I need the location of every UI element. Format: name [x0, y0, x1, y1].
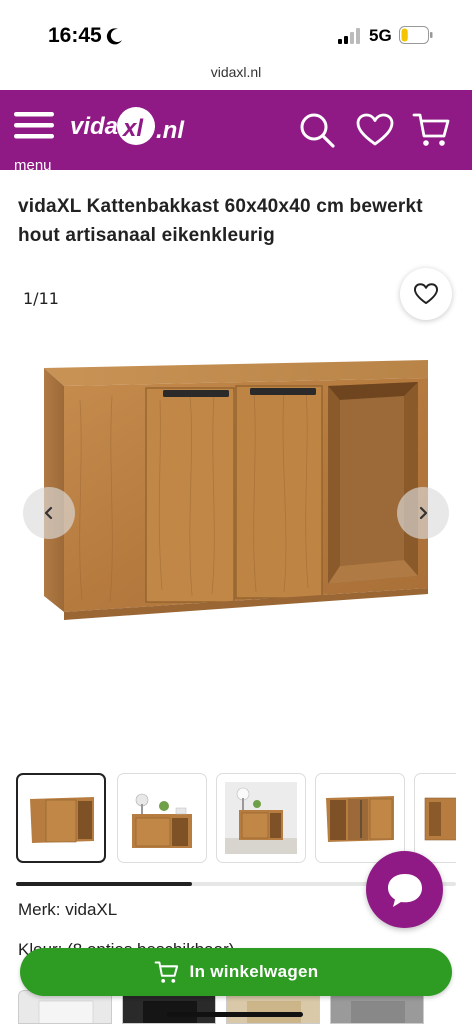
vidaxl-logo[interactable]: vida xl .nl [70, 102, 192, 152]
menu-icon [14, 112, 54, 139]
thumbnail-1[interactable] [16, 773, 106, 863]
address-bar[interactable]: vidaxl.nl [0, 62, 472, 90]
add-to-cart-label: In winkelwagen [189, 962, 319, 981]
wishlist-button[interactable] [400, 268, 452, 320]
battery-icon [399, 26, 433, 44]
thumbnail-2[interactable] [117, 773, 207, 863]
thumbnail-4[interactable] [315, 773, 405, 863]
brand-line: Merk: vidaXL [18, 900, 118, 919]
search-icon[interactable] [297, 110, 337, 150]
url-text: vidaxl.nl [210, 64, 262, 80]
product-title: vidaXL Kattenbakkast 60x40x40 cm bewerkt… [18, 196, 423, 246]
moon-icon [106, 28, 122, 45]
thumbnail-5[interactable] [414, 773, 456, 863]
thumbnail-strip [16, 773, 456, 865]
status-bar: 16:45 5G [0, 0, 472, 62]
home-indicator[interactable] [167, 1012, 303, 1017]
svg-text:xl: xl [121, 115, 144, 142]
menu-button[interactable]: menu [12, 108, 58, 174]
cart-icon [154, 961, 178, 983]
thumbnail-3[interactable] [216, 773, 306, 863]
heart-icon[interactable] [355, 110, 395, 150]
menu-label: menu [14, 157, 52, 174]
add-to-cart-button[interactable]: In winkelwagen [20, 948, 452, 996]
signal-icon [338, 28, 360, 44]
gallery-scrollbar-thumb[interactable] [16, 882, 192, 886]
chevron-left-icon [44, 506, 53, 520]
heart-icon [413, 283, 439, 305]
chat-button[interactable] [366, 851, 443, 928]
image-counter: 1/11 [23, 289, 59, 308]
network-label: 5G [369, 26, 392, 45]
chevron-right-icon [419, 506, 428, 520]
chat-bubble-icon [387, 873, 422, 907]
svg-text:.nl: .nl [156, 117, 185, 144]
previous-image-button[interactable] [23, 487, 75, 539]
cart-icon[interactable] [412, 110, 452, 150]
site-header: menu vida xl .nl [0, 90, 472, 174]
svg-text:vida: vida [70, 113, 118, 140]
status-time: 16:45 [48, 24, 102, 47]
next-image-button[interactable] [397, 487, 449, 539]
